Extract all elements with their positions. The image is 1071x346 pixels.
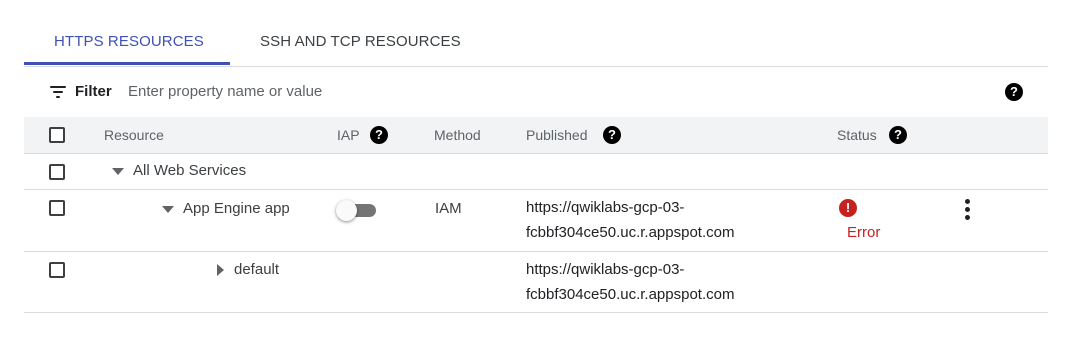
filter-icon[interactable] (50, 86, 66, 98)
row-checkbox[interactable] (49, 262, 65, 278)
resource-name: All Web Services (133, 162, 247, 179)
active-tab-indicator (24, 62, 230, 65)
table-row: default https://qwiklabs-gcp-03- fcbbf30… (24, 252, 1048, 313)
iap-toggle-thumb (336, 200, 357, 221)
published-url-line2: fcbbf304ce50.uc.r.appspot.com (526, 224, 735, 241)
resource-cell: default (217, 261, 279, 278)
row-checkbox[interactable] (49, 200, 65, 216)
resource-name: default (234, 261, 280, 278)
table-row: All Web Services (24, 154, 1048, 190)
resource-cell: All Web Services (112, 162, 246, 179)
filter-help-icon[interactable]: ? (1005, 83, 1023, 101)
expand-arrow-icon[interactable] (217, 264, 224, 277)
filter-label: Filter (75, 83, 112, 100)
header-published[interactable]: Published (526, 127, 588, 143)
expand-arrow-icon[interactable] (162, 205, 174, 213)
filter-input[interactable] (128, 80, 728, 102)
published-url-line1: https://qwiklabs-gcp-03- (526, 261, 685, 278)
published-url-line1: https://qwiklabs-gcp-03- (526, 199, 685, 216)
method-cell: IAM (435, 200, 462, 217)
resource-cell: App Engine app (162, 200, 290, 217)
status-help-icon[interactable]: ? (889, 126, 907, 144)
expand-arrow-icon[interactable] (112, 167, 124, 175)
published-url[interactable]: https://qwiklabs-gcp-03- fcbbf304ce50.uc… (526, 257, 734, 307)
iap-help-icon[interactable]: ? (370, 126, 388, 144)
status-text: Error (847, 224, 881, 241)
row-checkbox[interactable] (49, 164, 65, 180)
published-url-line2: fcbbf304ce50.uc.r.appspot.com (526, 286, 735, 303)
table-header: Resource IAP ? Method Published ? Status… (24, 117, 1048, 154)
header-method[interactable]: Method (434, 127, 481, 143)
tab-https-resources[interactable]: HTTPS RESOURCES (54, 33, 204, 50)
select-all-checkbox[interactable] (49, 127, 65, 143)
table-row: App Engine app IAM https://qwiklabs-gcp-… (24, 190, 1048, 252)
error-icon: ! (839, 199, 857, 217)
header-iap[interactable]: IAP (337, 127, 360, 143)
published-help-icon[interactable]: ? (603, 126, 621, 144)
header-status[interactable]: Status (837, 127, 877, 143)
more-actions-icon[interactable] (965, 199, 971, 221)
published-url[interactable]: https://qwiklabs-gcp-03- fcbbf304ce50.uc… (526, 195, 734, 245)
resource-name: App Engine app (183, 200, 290, 217)
tab-ssh-tcp-resources[interactable]: SSH AND TCP RESOURCES (260, 33, 461, 50)
resource-tabs: HTTPS RESOURCES SSH AND TCP RESOURCES (24, 0, 1048, 67)
iap-toggle[interactable] (336, 199, 382, 221)
filter-bar: Filter ? (24, 67, 1048, 117)
header-resource[interactable]: Resource (104, 127, 164, 143)
